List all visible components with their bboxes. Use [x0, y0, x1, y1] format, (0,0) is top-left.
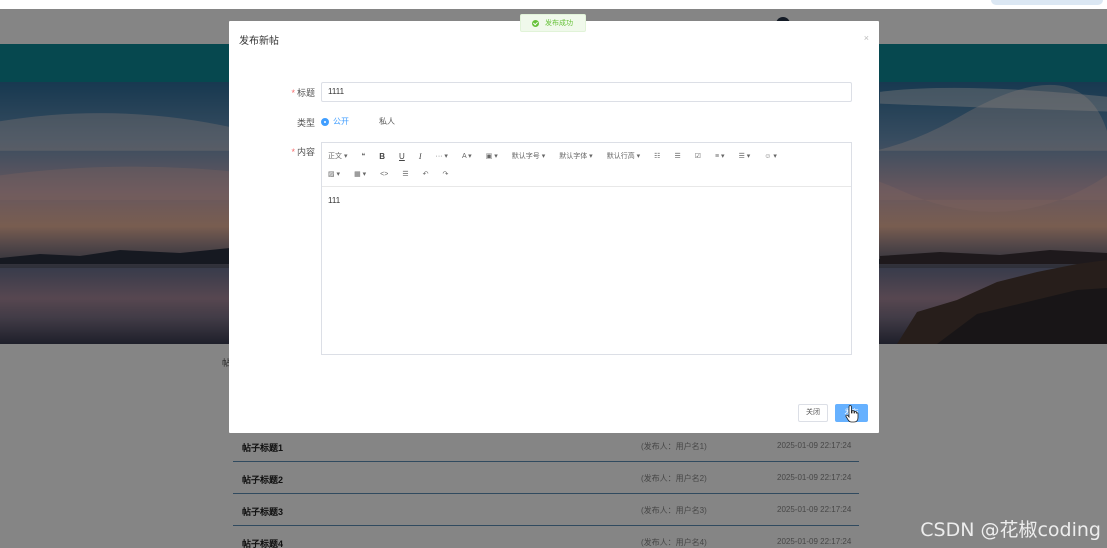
title-label-text: 标题	[296, 88, 315, 98]
toast-message: 发布成功	[545, 20, 573, 27]
type-radio-group: 公开 私人	[321, 116, 413, 127]
hand-cursor-icon	[845, 405, 859, 423]
type-label: 类型	[296, 118, 315, 128]
table-dropdown[interactable]: ▦ ▾	[354, 170, 366, 178]
quote-icon[interactable]: ❝	[361, 152, 365, 160]
font-color-dropdown[interactable]: A ▾	[462, 152, 472, 160]
watermark: CSDN @花椒coding	[920, 519, 1101, 541]
success-check-icon	[532, 19, 539, 27]
required-mark: *	[291, 88, 295, 98]
redo-icon[interactable]: ↷	[443, 170, 449, 178]
radio-public[interactable]: 公开	[321, 116, 349, 127]
italic-button[interactable]: I	[419, 152, 422, 161]
content-label-text: 内容	[296, 147, 315, 157]
numbered-list-icon[interactable]: ☰	[674, 152, 680, 160]
divider-icon[interactable]: ☰	[402, 170, 408, 178]
top-search-pill	[991, 0, 1103, 5]
code-icon[interactable]: <>	[380, 171, 388, 178]
radio-private[interactable]: 私人	[367, 116, 395, 127]
indent-dropdown[interactable]: ☰ ▾	[739, 152, 751, 160]
background-color-dropdown[interactable]: ▣ ▾	[486, 152, 498, 160]
radio-public-label: 公开	[333, 117, 349, 126]
radio-private-label: 私人	[379, 117, 395, 126]
success-toast: 发布成功	[520, 14, 586, 32]
font-size-dropdown[interactable]: 默认字号 ▾	[512, 151, 545, 161]
required-mark: *	[291, 147, 295, 157]
dialog-title: 发布新帖	[239, 36, 279, 47]
image-dropdown[interactable]: ▨ ▾	[328, 170, 340, 178]
title-label: * 标题	[255, 86, 315, 99]
line-height-dropdown[interactable]: 默认行高 ▾	[607, 151, 640, 161]
toolbar-row-2: ▨ ▾ ▦ ▾ <> ☰ ↶ ↷	[328, 165, 845, 183]
toolbar-row-1: 正文 ▾ ❝ B U I ··· ▾ A ▾ ▣ ▾ 默认字号 ▾ 默认字体 ▾…	[328, 147, 845, 165]
font-family-dropdown[interactable]: 默认字体 ▾	[559, 151, 592, 161]
close-button[interactable]: 关闭	[798, 404, 828, 422]
bold-button[interactable]: B	[379, 152, 385, 161]
radio-checked-icon	[321, 117, 329, 126]
radio-unchecked-icon	[367, 117, 375, 126]
editor-content[interactable]: 111	[322, 187, 851, 214]
todo-icon[interactable]: ☑	[695, 152, 701, 160]
top-bar	[0, 0, 1107, 9]
rich-text-editor: 正文 ▾ ❝ B U I ··· ▾ A ▾ ▣ ▾ 默认字号 ▾ 默认字体 ▾…	[321, 142, 852, 355]
emoji-dropdown[interactable]: ☺ ▾	[764, 152, 777, 160]
content-label: * 内容	[255, 145, 315, 158]
close-icon[interactable]: ×	[864, 33, 869, 43]
new-post-dialog: 发布新帖 × * 标题 1111 类型 公开 私人 * 内容 正文 ▾ ❝ B U …	[229, 21, 879, 433]
more-format-dropdown[interactable]: ··· ▾	[435, 152, 447, 160]
title-input[interactable]: 1111	[321, 82, 852, 102]
underline-button[interactable]: U	[399, 152, 405, 161]
undo-icon[interactable]: ↶	[423, 170, 429, 178]
paragraph-style-dropdown[interactable]: 正文 ▾	[328, 151, 347, 161]
bulleted-list-icon[interactable]: ☷	[654, 152, 660, 160]
editor-toolbar: 正文 ▾ ❝ B U I ··· ▾ A ▾ ▣ ▾ 默认字号 ▾ 默认字体 ▾…	[322, 143, 851, 187]
justify-dropdown[interactable]: ≡ ▾	[715, 152, 725, 160]
